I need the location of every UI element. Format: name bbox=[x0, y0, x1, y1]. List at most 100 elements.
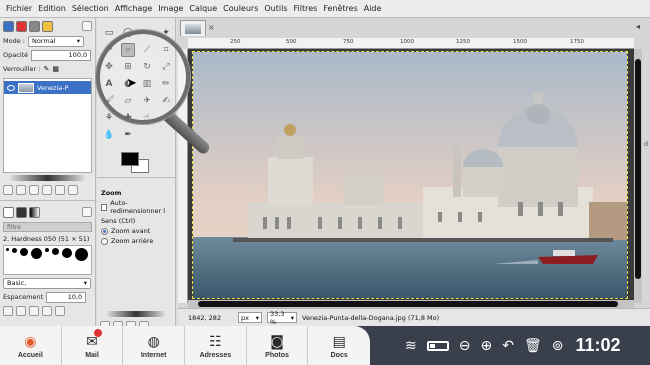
brush-swatch[interactable] bbox=[31, 248, 42, 259]
undo-icon[interactable]: ↶ bbox=[502, 338, 514, 354]
brush-swatch[interactable] bbox=[45, 248, 49, 252]
app-label: Accueil bbox=[17, 351, 43, 359]
horizontal-ruler[interactable]: 250 500 750 1000 1250 1500 1750 bbox=[188, 38, 634, 49]
app-internet[interactable]: ◍ Internet bbox=[123, 326, 186, 365]
chevron-down-icon: ▾ bbox=[290, 313, 294, 322]
duplicate-layer-button[interactable] bbox=[42, 185, 52, 195]
visibility-eye-icon[interactable] bbox=[7, 84, 15, 91]
new-layer-button[interactable] bbox=[3, 185, 13, 195]
layer-item[interactable]: Venezia-P bbox=[4, 81, 91, 94]
anchor-layer-button[interactable] bbox=[55, 185, 65, 195]
fg-bg-colors[interactable] bbox=[119, 150, 159, 174]
side-edge-label: d bbox=[644, 140, 649, 148]
channels-tab-icon[interactable] bbox=[16, 20, 27, 32]
ruler-tick: 750 bbox=[343, 39, 354, 45]
image-canvas[interactable] bbox=[188, 49, 634, 303]
image-tab[interactable] bbox=[180, 20, 206, 36]
menu-affichage[interactable]: Affichage bbox=[112, 4, 156, 13]
brush-swatch[interactable] bbox=[20, 248, 28, 256]
vertical-scrollbar[interactable] bbox=[634, 49, 642, 303]
gradients-tab-icon[interactable] bbox=[29, 206, 40, 218]
menu-outils[interactable]: Outils bbox=[261, 4, 290, 13]
menu-fichier[interactable]: Fichier bbox=[3, 4, 35, 13]
zoom-tool-options: Zoom Auto-redimensionner l Sens (Ctrl) Z… bbox=[97, 181, 175, 251]
blur-tool-icon[interactable]: 💧 bbox=[102, 128, 116, 142]
contacts-icon: ☷ bbox=[209, 333, 222, 350]
tab-scroll-right-icon[interactable]: ◂ bbox=[636, 22, 640, 31]
patterns-tab-icon[interactable] bbox=[16, 206, 27, 218]
brush-swatch[interactable] bbox=[6, 248, 9, 251]
undo-tab-icon[interactable] bbox=[42, 20, 53, 32]
zoom-in-icon[interactable]: ⊕ bbox=[480, 338, 492, 354]
brush-swatch[interactable] bbox=[62, 248, 72, 258]
help-lifebuoy-icon[interactable]: ⊚ bbox=[552, 338, 564, 354]
app-label: Docs bbox=[330, 351, 348, 359]
layer-list-scrollbar[interactable] bbox=[10, 175, 85, 181]
menu-couleurs[interactable]: Couleurs bbox=[220, 4, 261, 13]
menu-filtres[interactable]: Filtres bbox=[291, 4, 321, 13]
layer-list[interactable]: Venezia-P bbox=[3, 78, 92, 173]
screen: Fichier Edition Sélection Affichage Imag… bbox=[0, 0, 650, 365]
menu-calque[interactable]: Calque bbox=[186, 4, 220, 13]
zoom-out-option[interactable]: Zoom arrière bbox=[101, 237, 171, 245]
zoom-in-radio[interactable] bbox=[101, 227, 108, 235]
brush-swatch[interactable] bbox=[52, 248, 59, 255]
menu-selection[interactable]: Sélection bbox=[69, 4, 112, 13]
unit-value: px bbox=[241, 313, 249, 322]
delete-layer-button[interactable] bbox=[68, 185, 78, 195]
toolbox-scrollbar[interactable] bbox=[107, 311, 165, 317]
app-adresses[interactable]: ☷ Adresses bbox=[185, 326, 247, 365]
new-brush-button[interactable] bbox=[16, 306, 26, 316]
alpha-lock-icon[interactable]: ▦ bbox=[52, 65, 59, 73]
direction-label: Sens (Ctrl) bbox=[101, 217, 136, 225]
brush-grid[interactable] bbox=[3, 245, 92, 275]
brush-filter-input[interactable]: filtre bbox=[3, 222, 92, 232]
home-icon: ◉ bbox=[24, 333, 37, 350]
zoom-select[interactable]: 33,3 % ▾ bbox=[267, 310, 297, 326]
duplicate-brush-button[interactable] bbox=[29, 306, 39, 316]
dock-menu-button[interactable] bbox=[82, 21, 92, 31]
foreground-color-swatch[interactable] bbox=[121, 152, 139, 166]
edit-brush-button[interactable] bbox=[3, 306, 13, 316]
brush-menu-button[interactable] bbox=[82, 207, 92, 217]
brush-preset-select[interactable]: Basic, ▾ bbox=[3, 277, 91, 289]
horizontal-scroll-thumb[interactable] bbox=[198, 301, 618, 307]
app-docs[interactable]: ▤ Docs bbox=[308, 326, 370, 365]
app-photos[interactable]: ◙ Photos bbox=[247, 326, 309, 365]
unit-select[interactable]: px ▾ bbox=[238, 312, 262, 323]
menu-aide[interactable]: Aide bbox=[361, 4, 385, 13]
battery-icon[interactable] bbox=[426, 340, 449, 351]
vertical-scroll-thumb[interactable] bbox=[635, 59, 641, 279]
refresh-brushes-button[interactable] bbox=[55, 306, 65, 316]
auto-resize-option[interactable]: Auto-redimensionner l bbox=[101, 199, 171, 215]
app-mail[interactable]: ✉ Mail bbox=[62, 326, 124, 365]
rect-select-tool-icon[interactable]: ▭ bbox=[102, 26, 116, 40]
zoom-out-icon[interactable]: ⊖ bbox=[459, 338, 471, 354]
zoom-out-radio[interactable] bbox=[101, 237, 108, 245]
layers-tab-icon[interactable] bbox=[3, 20, 14, 32]
close-tab-icon[interactable]: × bbox=[208, 23, 215, 32]
opacity-input[interactable]: 100,0 bbox=[31, 49, 92, 61]
menu-fenetres[interactable]: Fenêtres bbox=[320, 4, 360, 13]
spacing-input[interactable]: 10,0 bbox=[46, 291, 87, 303]
brushes-tab-icon[interactable] bbox=[3, 206, 14, 218]
paths-tool-icon[interactable]: ✒ bbox=[121, 128, 135, 142]
brush-swatch[interactable] bbox=[12, 248, 17, 253]
mode-select[interactable]: Normal ▾ bbox=[27, 35, 84, 47]
brush-swatch[interactable] bbox=[75, 248, 88, 261]
trash-icon[interactable]: 🗑 bbox=[524, 338, 542, 354]
clock: 11:02 bbox=[575, 335, 621, 355]
auto-resize-checkbox[interactable] bbox=[101, 203, 108, 211]
menu-edition[interactable]: Edition bbox=[35, 4, 69, 13]
horizontal-scrollbar[interactable] bbox=[188, 300, 634, 308]
lower-layer-button[interactable] bbox=[29, 185, 39, 195]
paths-tab-icon[interactable] bbox=[29, 20, 40, 32]
brush-lock-icon[interactable]: ✎ bbox=[43, 65, 49, 73]
raise-layer-button[interactable] bbox=[16, 185, 26, 195]
delete-brush-button[interactable] bbox=[42, 306, 52, 316]
zoom-in-option[interactable]: Zoom avant bbox=[101, 227, 171, 235]
venice-photo[interactable] bbox=[192, 51, 628, 299]
menu-image[interactable]: Image bbox=[155, 4, 186, 13]
wifi-icon[interactable]: ≋ bbox=[405, 338, 417, 354]
app-accueil[interactable]: ◉ Accueil bbox=[0, 326, 62, 365]
